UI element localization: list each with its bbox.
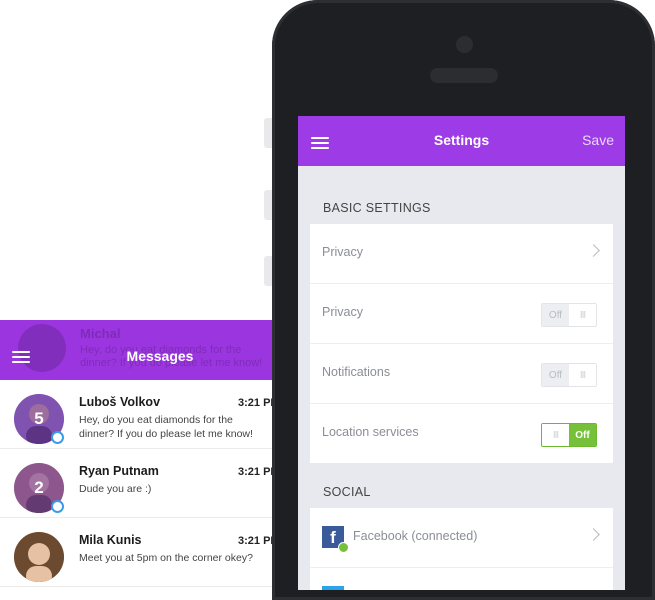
side-button [264, 256, 272, 286]
online-indicator [51, 431, 64, 444]
messages-title: Messages [126, 348, 194, 364]
setting-label: Facebook (connected) [353, 529, 478, 543]
sender-name: Ryan Putnam [79, 464, 159, 478]
message-list: 5 Luboš Volkov 3:21 PM Hey, do you eat d… [0, 380, 272, 587]
toggle-off-label: Off [542, 304, 569, 326]
settings-title: Settings [433, 132, 490, 148]
toggle-off-label: Off [569, 424, 596, 446]
setting-row-privacy-toggle: Privacy Off III [310, 284, 613, 344]
section-title-basic: BASIC SETTINGS [323, 201, 431, 215]
message-preview: Dude you are :) [79, 483, 152, 495]
online-indicator [51, 500, 64, 513]
setting-row-privacy[interactable]: Privacy [310, 224, 613, 284]
settings-screen: Settings Save BASIC SETTINGS Privacy Pri… [298, 116, 625, 590]
avatar [14, 532, 64, 582]
section-title-social: SOCIAL [323, 485, 371, 499]
toggle-off-label: Off [542, 364, 569, 386]
speaker-grille [430, 68, 498, 83]
notifications-toggle[interactable]: Off III [541, 363, 597, 387]
ghost-name: Michal [80, 326, 121, 341]
person-icon [14, 532, 64, 582]
setting-row-next[interactable] [310, 568, 613, 590]
social-network-icon [322, 586, 344, 590]
camera-icon [456, 36, 473, 53]
chevron-right-icon [587, 528, 600, 541]
message-preview: Hey, do you eat diamonds for the dinner?… [79, 414, 253, 440]
setting-row-location-services: Location services III Off [310, 404, 613, 463]
settings-header: Settings Save [298, 116, 625, 166]
basic-settings-group: Privacy Privacy Off III Notifications Of… [310, 224, 613, 463]
save-button[interactable]: Save [582, 132, 614, 148]
side-button [264, 190, 272, 220]
toggle-handle: III [542, 424, 569, 446]
toggle-handle: III [569, 304, 596, 326]
message-time: 3:21 PM [238, 535, 272, 547]
message-item[interactable]: 2 Ryan Putnam 3:21 PM Dude you are :) [0, 449, 272, 518]
message-time: 3:21 PM [238, 466, 272, 478]
setting-label: Location services [322, 425, 419, 439]
location-services-toggle[interactable]: III Off [541, 423, 597, 447]
message-item[interactable]: Mila Kunis 3:21 PM Meet you at 5pm on th… [0, 518, 272, 587]
setting-label: Privacy [322, 305, 363, 319]
side-button [264, 118, 272, 148]
sender-name: Luboš Volkov [79, 395, 161, 409]
setting-label: Privacy [322, 245, 363, 259]
setting-row-notifications: Notifications Off III [310, 344, 613, 404]
sender-name: Mila Kunis [79, 533, 142, 547]
social-settings-group: f Facebook (connected) [310, 508, 613, 590]
privacy-toggle[interactable]: Off III [541, 303, 597, 327]
message-preview: Meet you at 5pm on the corner okey? [79, 552, 253, 564]
setting-row-facebook[interactable]: f Facebook (connected) [310, 508, 613, 568]
message-item[interactable]: 5 Luboš Volkov 3:21 PM Hey, do you eat d… [0, 380, 272, 449]
chevron-right-icon [587, 244, 600, 257]
messages-header: Michal Hey, do you eat diamonds for the … [0, 320, 272, 380]
connected-check-icon [338, 542, 349, 553]
message-time: 3:21 PM [238, 397, 272, 409]
toggle-handle: III [569, 364, 596, 386]
setting-label: Notifications [322, 365, 391, 379]
messages-phone: Michal Hey, do you eat diamonds for the … [0, 0, 272, 590]
